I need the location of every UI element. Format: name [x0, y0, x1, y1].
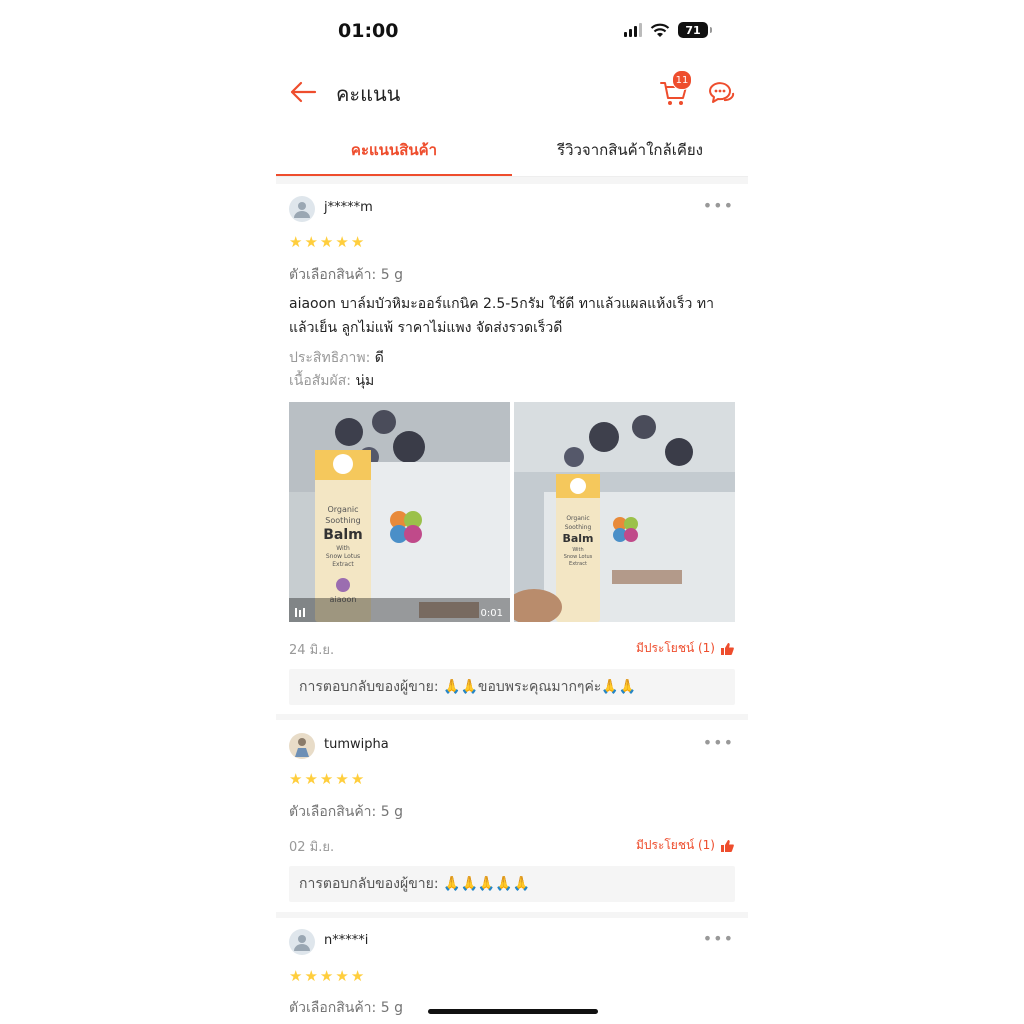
label-extract: Extract — [569, 561, 587, 567]
thumbs-up-icon — [721, 839, 734, 852]
page-title: คะแนน — [336, 82, 401, 106]
product-photo: Organic Soothing Balm With Snow Lotus Ex… — [514, 402, 735, 622]
default-avatar-icon — [294, 935, 310, 951]
label-balm: Balm — [323, 527, 363, 543]
star-icon: ★ — [304, 233, 318, 251]
tab-similar-product-reviews[interactable]: รีวิวจากสินค้าใกล้เคียง — [512, 128, 748, 174]
helpful-label: มีประโยชน์ (1) — [635, 838, 715, 852]
review-image[interactable]: Organic Soothing Balm With Snow Lotus Ex… — [514, 402, 735, 622]
star-icon: ★ — [304, 770, 318, 788]
star-icon: ★ — [319, 967, 334, 985]
star-icon: ★ — [289, 770, 303, 788]
review-date: 02 มิ.ย. — [289, 840, 335, 855]
more-options-icon[interactable]: ••• — [703, 733, 734, 752]
home-indicator[interactable] — [428, 1009, 598, 1014]
texture-attribute: เนื้อสัมผัส: นุ่ม — [289, 373, 375, 389]
label-snow-lotus: Snow Lotus — [564, 554, 593, 560]
star-rating: ★ ★ ★ ★ ★ — [289, 771, 364, 787]
label-organic: Organic — [566, 515, 589, 522]
star-icon: ★ — [350, 770, 365, 788]
default-avatar-icon — [294, 202, 310, 218]
effectiveness-attribute: ประสิทธิภาพ: ดี — [289, 350, 384, 366]
label-snow-lotus: Snow Lotus — [326, 553, 360, 560]
review-comment: aiaoon บาล์มบัวหิมะออร์แกนิค 2.5-5กรัม ใ… — [289, 296, 714, 336]
label-soothing: Soothing — [325, 516, 360, 525]
star-rating: ★ ★ ★ ★ ★ — [289, 968, 364, 984]
more-options-icon[interactable]: ••• — [703, 196, 734, 215]
reviewer-name: n*****i — [324, 933, 369, 948]
phone-screen: 01:00 71 คะแนน 11 คะแนนสินค้า รีวิวจากสิ… — [276, 0, 748, 1024]
cart-count-badge: 11 — [672, 70, 692, 90]
star-icon: ★ — [289, 967, 303, 985]
star-rating: ★ ★ ★ ★ ★ — [289, 234, 364, 250]
review-video[interactable]: Organic Soothing Balm With Snow Lotus Ex… — [289, 402, 510, 622]
label-organic: Organic — [327, 505, 358, 514]
star-icon: ★ — [319, 233, 334, 251]
review-date: 24 มิ.ย. — [289, 643, 335, 658]
battery-icon: 71 — [678, 22, 712, 38]
label-with: With — [336, 545, 350, 552]
label-with: With — [572, 547, 583, 553]
reviewer-name: tumwipha — [324, 737, 389, 752]
star-icon: ★ — [335, 770, 349, 788]
wifi-icon — [650, 23, 670, 37]
signal-icon — [624, 23, 642, 37]
status-icons: 71 — [624, 22, 712, 38]
star-icon: ★ — [319, 770, 334, 788]
thumbs-up-icon — [721, 642, 734, 655]
avatar[interactable] — [289, 733, 315, 759]
status-time: 01:00 — [338, 20, 399, 42]
helpful-label: มีประโยชน์ (1) — [635, 641, 715, 655]
product-variant: ตัวเลือกสินค้า: 5 g — [289, 1000, 403, 1016]
divider — [276, 912, 748, 918]
helpful-button[interactable]: มีประโยชน์ (1) — [636, 836, 734, 855]
star-icon: ★ — [350, 233, 365, 251]
tab-bar: คะแนนสินค้า รีวิวจากสินค้าใกล้เคียง — [276, 128, 748, 177]
divider — [276, 177, 748, 184]
back-arrow-icon[interactable] — [288, 78, 318, 106]
tab-product-ratings[interactable]: คะแนนสินค้า — [276, 128, 512, 176]
user-photo-icon — [295, 738, 309, 757]
star-icon: ★ — [335, 967, 349, 985]
label-extract: Extract — [332, 561, 354, 568]
star-icon: ★ — [350, 967, 365, 985]
avatar[interactable] — [289, 929, 315, 955]
star-icon: ★ — [289, 233, 303, 251]
avatar[interactable] — [289, 196, 315, 222]
star-icon: ★ — [304, 967, 318, 985]
reviewer-name: j*****m — [324, 200, 373, 215]
label-soothing: Soothing — [565, 524, 592, 531]
divider — [276, 714, 748, 720]
seller-reply: การตอบกลับของผู้ขาย: 🙏🙏🙏🙏🙏 — [289, 866, 735, 902]
product-variant: ตัวเลือกสินค้า: 5 g — [289, 267, 403, 283]
chat-icon[interactable] — [706, 78, 736, 108]
product-photo: Organic Soothing Balm With Snow Lotus Ex… — [289, 402, 510, 622]
helpful-button[interactable]: มีประโยชน์ (1) — [636, 639, 734, 658]
product-variant: ตัวเลือกสินค้า: 5 g — [289, 804, 403, 820]
seller-reply: การตอบกลับของผู้ขาย: 🙏🙏ขอบพระคุณมากๆค่ะ🙏… — [289, 669, 735, 705]
video-duration: 0:01 — [481, 608, 503, 619]
header: คะแนน 11 — [276, 70, 748, 114]
more-options-icon[interactable]: ••• — [703, 929, 734, 948]
label-balm: Balm — [562, 532, 593, 545]
star-icon: ★ — [335, 233, 349, 251]
